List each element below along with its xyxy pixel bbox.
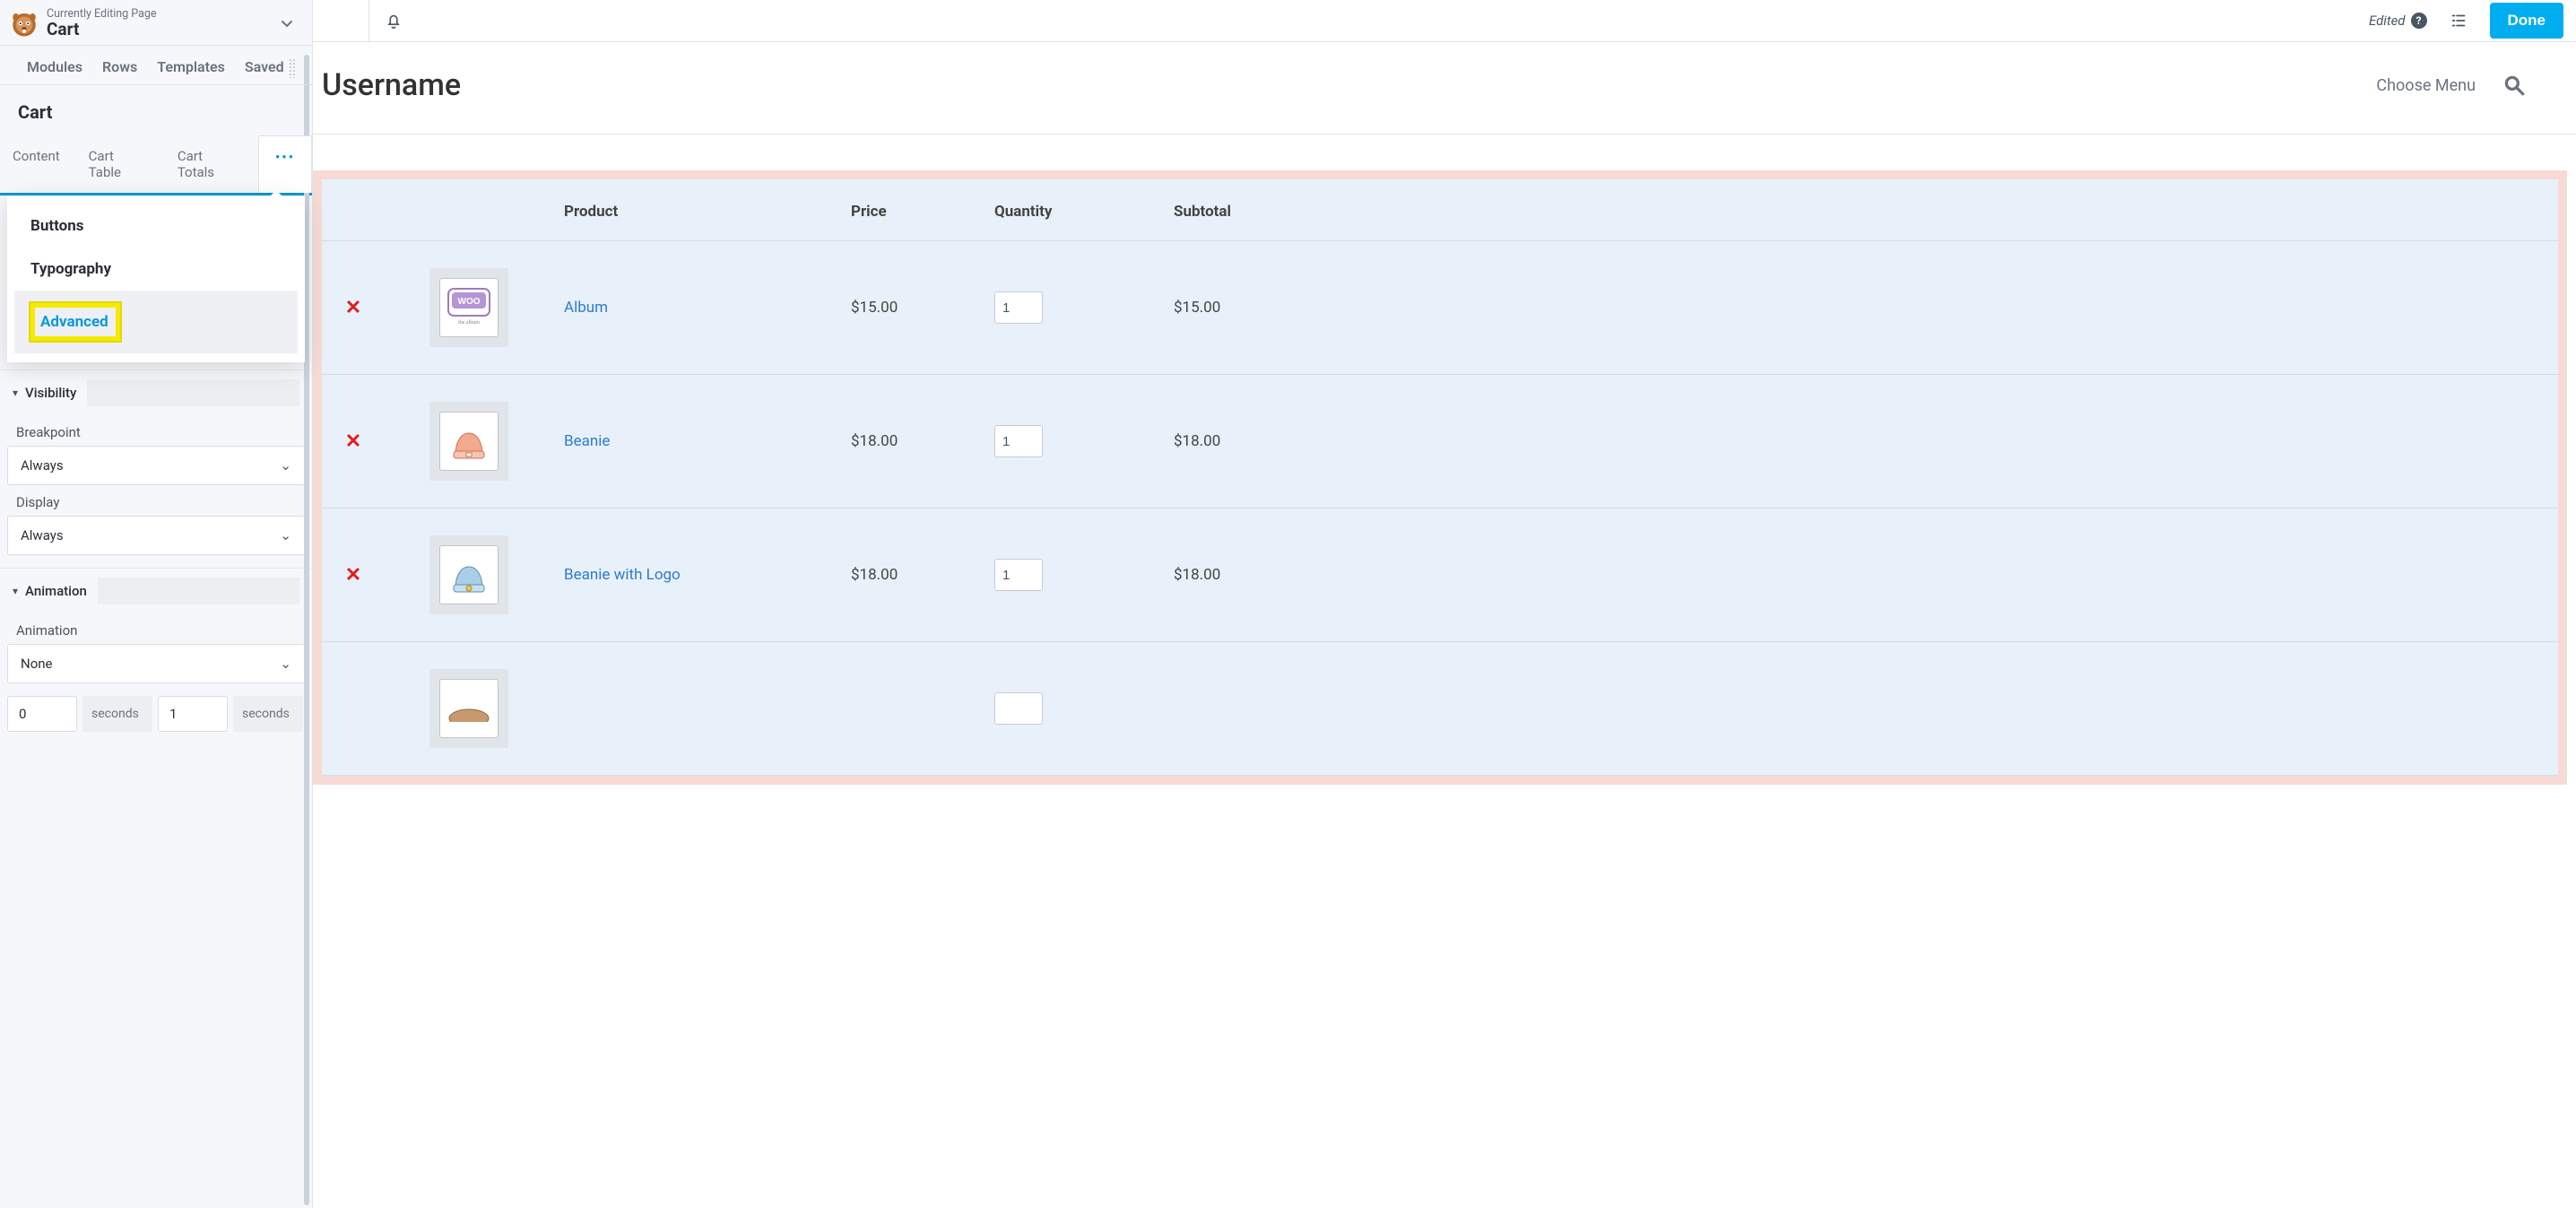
animation-select[interactable]: None ⌄ bbox=[7, 644, 305, 683]
page-title: Username bbox=[322, 67, 461, 103]
module-settings-tabs: Content Cart Table Cart Totals ••• bbox=[0, 135, 312, 193]
builder-topbar: Edited ? Done bbox=[313, 0, 2576, 42]
product-subtotal: $18.00 bbox=[1165, 375, 2558, 508]
cart-row: ✕ Beanie $18.00 $18.00 bbox=[322, 375, 2558, 508]
product-name-link[interactable]: Beanie with Logo bbox=[564, 566, 681, 584]
product-name-link[interactable]: Album bbox=[564, 299, 608, 317]
product-subtotal: $18.00 bbox=[1165, 508, 2558, 642]
dropdown-item-typography[interactable]: Typography bbox=[14, 248, 298, 291]
display-label: Display bbox=[0, 485, 312, 516]
cart-row: ✕ WOO the album Album $15.00 $15.00 bbox=[322, 241, 2558, 375]
col-header-quantity: Quantity bbox=[985, 179, 1165, 241]
product-name-link[interactable]: Beanie bbox=[564, 432, 610, 450]
tab-saved[interactable]: Saved bbox=[245, 58, 284, 75]
cart-module: Product Price Quantity Subtotal ✕ WOO th… bbox=[313, 170, 2567, 785]
remove-item-button[interactable]: ✕ bbox=[345, 297, 361, 319]
cart-row bbox=[322, 642, 2558, 776]
page-switcher-toggle[interactable] bbox=[274, 11, 299, 36]
product-thumbnail[interactable]: WOO the album bbox=[429, 268, 508, 347]
dropdown-item-buttons[interactable]: Buttons bbox=[14, 204, 298, 248]
quantity-input[interactable] bbox=[994, 559, 1043, 591]
product-price: $18.00 bbox=[842, 508, 985, 642]
chevron-down-icon bbox=[280, 16, 294, 30]
breakpoint-value: Always bbox=[21, 457, 64, 474]
col-header-price: Price bbox=[842, 179, 985, 241]
quantity-input[interactable] bbox=[994, 692, 1043, 725]
svg-text:the album: the album bbox=[458, 320, 480, 326]
chevron-down-icon: ⌄ bbox=[280, 527, 291, 543]
svg-text:WOO: WOO bbox=[458, 297, 481, 307]
product-subtotal: $15.00 bbox=[1165, 241, 2558, 375]
module-tab-overflow[interactable]: ••• bbox=[258, 135, 312, 193]
cart-table: Product Price Quantity Subtotal ✕ WOO th… bbox=[322, 179, 2558, 776]
section-visibility-label: Visibility bbox=[25, 385, 76, 401]
module-title: Cart bbox=[0, 85, 312, 135]
product-price: $15.00 bbox=[842, 241, 985, 375]
overflow-dropdown: Buttons Typography Advanced bbox=[7, 196, 305, 362]
builder-sidebar: Currently Editing Page Cart Modules Rows… bbox=[0, 0, 313, 1208]
beaver-logo-icon bbox=[9, 8, 39, 39]
choose-menu-link[interactable]: Choose Menu bbox=[2376, 76, 2476, 95]
section-visibility-header[interactable]: ▾ Visibility bbox=[0, 369, 312, 415]
animation-duration-input[interactable]: 1 bbox=[158, 696, 228, 732]
chevron-down-icon: ⌄ bbox=[280, 457, 291, 474]
tab-modules[interactable]: Modules bbox=[27, 58, 82, 75]
section-header-filler bbox=[98, 578, 299, 604]
page-header: Username Choose Menu bbox=[313, 42, 2576, 135]
search-button[interactable] bbox=[2497, 68, 2531, 102]
breakpoint-select[interactable]: Always ⌄ bbox=[7, 446, 305, 485]
quantity-input[interactable] bbox=[994, 425, 1043, 457]
breakpoint-label: Breakpoint bbox=[0, 415, 312, 446]
chevron-down-icon: ▾ bbox=[13, 585, 18, 597]
chevron-down-icon: ⌄ bbox=[280, 656, 291, 672]
edited-label: Edited bbox=[2369, 13, 2406, 29]
tab-rows[interactable]: Rows bbox=[102, 58, 137, 75]
animation-delay-unit: seconds bbox=[82, 696, 152, 732]
product-thumbnail[interactable] bbox=[429, 669, 508, 748]
editing-page-name: Cart bbox=[47, 19, 157, 39]
section-header-filler bbox=[87, 379, 299, 406]
animation-delay-input[interactable]: 0 bbox=[7, 696, 77, 732]
dropdown-item-advanced[interactable]: Advanced bbox=[14, 291, 298, 353]
cart-row: ✕ Beanie with Logo $18.00 $18.00 bbox=[322, 508, 2558, 642]
animation-duration-unit: seconds bbox=[233, 696, 303, 732]
display-value: Always bbox=[21, 527, 64, 543]
drag-grip-icon[interactable] bbox=[289, 58, 296, 78]
remove-item-button[interactable]: ✕ bbox=[345, 564, 361, 587]
product-price: $18.00 bbox=[842, 375, 985, 508]
tab-templates[interactable]: Templates bbox=[157, 58, 225, 75]
edited-status: Edited ? bbox=[2369, 13, 2427, 29]
sidebar-header: Currently Editing Page Cart bbox=[0, 0, 312, 46]
remove-item-button[interactable]: ✕ bbox=[345, 430, 361, 453]
animation-label: Animation bbox=[0, 613, 312, 644]
section-animation-header[interactable]: ▾ Animation bbox=[0, 568, 312, 613]
animation-value: None bbox=[21, 656, 53, 672]
display-select[interactable]: Always ⌄ bbox=[7, 516, 305, 555]
product-thumbnail[interactable] bbox=[429, 535, 508, 614]
animation-timing-row: 0 seconds 1 seconds bbox=[0, 696, 312, 732]
help-icon[interactable]: ? bbox=[2411, 13, 2427, 29]
advanced-highlight: Advanced bbox=[30, 303, 120, 341]
section-animation-label: Animation bbox=[25, 583, 87, 599]
product-thumbnail[interactable] bbox=[429, 402, 508, 481]
builder-main-tabs: Modules Rows Templates Saved bbox=[0, 46, 312, 85]
search-icon bbox=[2502, 74, 2526, 97]
col-header-subtotal: Subtotal bbox=[1165, 179, 2558, 241]
col-header-product: Product bbox=[555, 179, 842, 241]
outline-icon bbox=[2449, 11, 2468, 30]
module-tab-content[interactable]: Content bbox=[0, 135, 76, 193]
done-button[interactable]: Done bbox=[2490, 3, 2564, 39]
notifications-button[interactable] bbox=[379, 6, 408, 35]
module-tab-cart-totals[interactable]: Cart Totals bbox=[165, 135, 258, 193]
bell-icon bbox=[385, 12, 403, 30]
quantity-input[interactable] bbox=[994, 291, 1043, 324]
outline-toggle[interactable] bbox=[2443, 5, 2474, 36]
module-tab-cart-table[interactable]: Cart Table bbox=[76, 135, 165, 193]
chevron-down-icon: ▾ bbox=[13, 387, 18, 399]
